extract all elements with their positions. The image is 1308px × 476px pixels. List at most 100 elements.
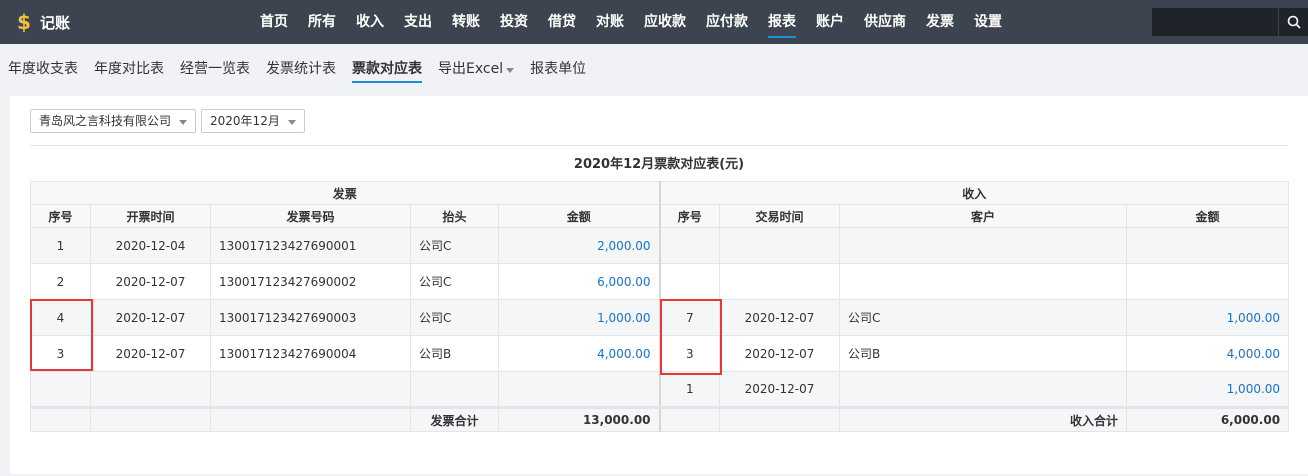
income-total-value: 6,000.00 [1126,406,1290,432]
tab-invoice-statistics[interactable]: 发票统计表 [266,56,336,82]
nav-item-invoices[interactable]: 发票 [916,0,964,44]
nav-item-all[interactable]: 所有 [298,0,346,44]
company-select[interactable]: 青岛风之言科技有限公司 [30,109,197,133]
income-customer-cell: 公司B [839,335,1128,372]
column-header: 发票号码 [210,204,411,228]
invoice-amount-link[interactable]: 1,000.00 [497,299,661,336]
tab-business-overview[interactable]: 经营一览表 [180,56,250,82]
column-header: 序号 [30,204,91,228]
nav-item-investment[interactable]: 投资 [490,0,538,44]
app-name: 记账 [40,13,71,32]
column-header: 金额 [1126,204,1290,228]
empty-cell [90,406,211,432]
nav-item-accounts[interactable]: 账户 [806,0,854,44]
invoice-date-cell: 2020-12-07 [90,335,211,372]
tab-annual-income-expense[interactable]: 年度收支表 [8,56,78,82]
invoice-no-cell: 3 [30,335,91,372]
search-icon [1287,15,1301,29]
divider [30,145,1288,146]
invoice-amount-link[interactable]: 2,000.00 [497,227,661,264]
invoice-title-cell [410,371,499,408]
income-total-label: 收入合计 [839,406,1128,432]
invoice-date-cell: 2020-12-07 [90,263,211,300]
income-amount-link[interactable]: 1,000.00 [1126,299,1290,336]
invoice-number-cell: 130017123427690002 [210,263,411,300]
invoice-no-cell: 1 [30,227,91,264]
dollar-icon: $ [17,10,31,34]
invoice-amount-link[interactable]: 4,000.00 [497,335,661,372]
empty-cell [719,406,841,432]
nav-item-receivable[interactable]: 应收款 [634,0,696,44]
nav-item-transfer[interactable]: 转账 [442,0,490,44]
invoice-payment-table: 发票 收入 序号 开票时间 发票号码 抬头 金额 序号 交易时间 客户 金额 1… [29,181,1290,432]
income-no-cell [658,227,721,264]
filter-bar: 青岛风之言科技有限公司 2020年12月 [30,109,310,133]
tab-report-unit[interactable]: 报表单位 [530,56,586,82]
export-excel-dropdown[interactable]: 导出Excel [438,56,515,82]
income-group-header: 收入 [658,181,1290,205]
income-customer-cell: 公司C [839,299,1128,336]
tab-annual-comparison[interactable]: 年度对比表 [94,56,164,82]
report-panel: 青岛风之言科技有限公司 2020年12月 2020年12月票款对应表(元) 发票… [10,96,1308,474]
income-customer-cell [839,263,1128,300]
tab-invoice-payment-match[interactable]: 票款对应表 [352,56,422,83]
caret-down-icon [287,119,296,125]
search-button[interactable] [1278,8,1308,36]
invoice-title-cell: 公司C [410,227,499,264]
column-header: 客户 [839,204,1128,228]
period-select-value: 2020年12月 [210,114,280,128]
invoice-title-cell: 公司B [410,335,499,372]
nav-item-home[interactable]: 首页 [250,0,298,44]
empty-cell [658,406,721,432]
invoice-group-header: 发票 [29,181,661,205]
total-row: 发票合计 13,000.00 收入合计 6,000.00 [30,406,1290,432]
nav-item-income[interactable]: 收入 [346,0,394,44]
income-amount-link[interactable] [1126,263,1290,300]
nav-item-reports[interactable]: 报表 [758,0,806,44]
column-header: 序号 [658,204,721,228]
income-date-cell: 2020-12-07 [719,371,841,408]
invoice-amount-link[interactable]: 6,000.00 [497,263,661,300]
table-row: 3 2020-12-07 130017123427690004 公司B 4,00… [30,335,1290,372]
income-amount-link[interactable] [1126,227,1290,264]
report-subnav: 年度收支表 年度对比表 经营一览表 发票统计表 票款对应表 导出Excel 报表… [0,44,1308,94]
table-row: 1 2020-12-04 130017123427690001 公司C 2,00… [30,227,1290,264]
income-no-cell: 3 [658,335,721,372]
app-logo[interactable]: $ 记账 [14,9,70,35]
income-amount-link[interactable]: 4,000.00 [1126,335,1290,372]
invoice-number-cell: 130017123427690001 [210,227,411,264]
empty-cell [30,406,91,432]
nav-item-expense[interactable]: 支出 [394,0,442,44]
invoice-no-cell [30,371,91,408]
search-input[interactable] [1152,8,1278,36]
nav-item-reconcile[interactable]: 对账 [586,0,634,44]
invoice-title-cell: 公司C [410,299,499,336]
report-title: 2020年12月票款对应表(元) [573,157,745,172]
invoice-date-cell: 2020-12-04 [90,227,211,264]
income-date-cell: 2020-12-07 [719,335,841,372]
export-excel-label: 导出Excel [438,61,504,77]
nav-item-loan[interactable]: 借贷 [538,0,586,44]
invoice-date-cell: 2020-12-07 [90,299,211,336]
income-no-cell [658,263,721,300]
nav-item-payable[interactable]: 应付款 [696,0,758,44]
invoice-no-cell: 4 [30,299,91,336]
main-nav: 首页 所有 收入 支出 转账 投资 借贷 对账 应收款 应付款 报表 账户 供应… [250,0,1012,44]
invoice-total-label: 发票合计 [410,406,499,432]
period-select[interactable]: 2020年12月 [201,109,305,133]
table-row: 2 2020-12-07 130017123427690002 公司C 6,00… [30,263,1290,300]
invoice-date-cell [90,371,211,408]
search-box [1152,8,1308,36]
table-row: 4 2020-12-07 130017123427690003 公司C 1,00… [30,299,1290,336]
income-no-cell: 1 [658,371,721,408]
income-date-cell [719,263,841,300]
income-amount-link[interactable]: 1,000.00 [1126,371,1290,408]
invoice-number-cell: 130017123427690003 [210,299,411,336]
income-date-cell [719,227,841,264]
income-customer-cell [839,227,1128,264]
nav-item-suppliers[interactable]: 供应商 [854,0,916,44]
invoice-amount-link[interactable] [497,371,661,408]
invoice-title-cell: 公司C [410,263,499,300]
nav-item-settings[interactable]: 设置 [964,0,1012,44]
column-header: 金额 [497,204,661,228]
